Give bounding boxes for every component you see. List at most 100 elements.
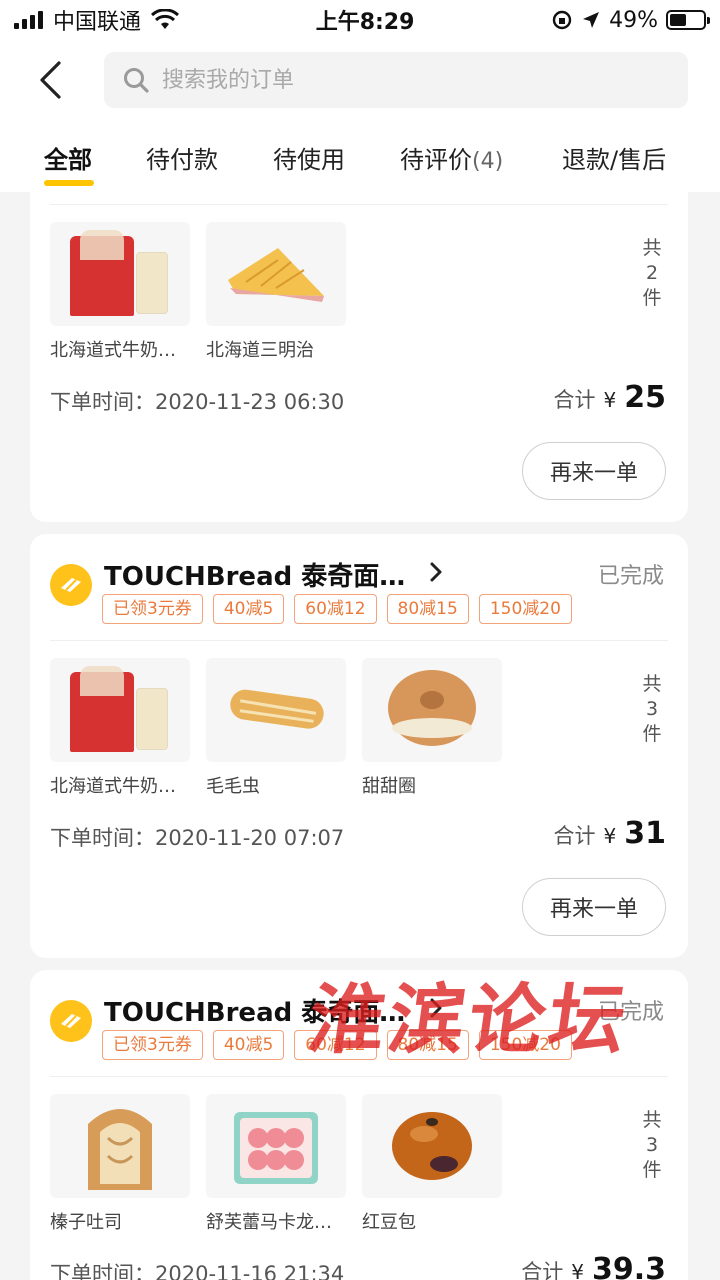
wifi-icon: [151, 9, 180, 29]
order-time: 下单时间：2020-11-23 06:30: [50, 386, 344, 416]
coupon-tag: 已领3元券: [102, 1030, 203, 1060]
item-count: 共 2 件: [640, 236, 664, 311]
tab-badge-count: (4): [472, 149, 504, 174]
product-name: 北海道三明治: [206, 340, 314, 361]
tab-label: 待付款: [146, 146, 218, 174]
divider: [50, 640, 668, 641]
item-count-unit: 件: [642, 287, 662, 309]
order-time-label: 下单时间：: [50, 1262, 155, 1280]
product-image: [362, 1094, 502, 1198]
reorder-button[interactable]: 再来一单: [522, 442, 666, 500]
item-count-value: 3: [645, 698, 659, 720]
back-button[interactable]: [30, 58, 70, 102]
order-item[interactable]: 舒芙蕾马卡龙…: [206, 1094, 346, 1234]
product-name: 北海道式牛奶…: [50, 776, 176, 797]
tab-label: 待评价: [400, 146, 472, 174]
product-name: 毛毛虫: [206, 776, 260, 797]
order-item[interactable]: 毛毛虫: [206, 658, 346, 798]
reorder-button[interactable]: 再来一单: [522, 878, 666, 936]
order-item[interactable]: 榛子吐司: [50, 1094, 190, 1234]
coupon-tag: 80减15: [386, 594, 469, 624]
order-card[interactable]: 北海道式牛奶… 北海道三明治 共 2 件 下单时间：2020-11-23 06:…: [30, 192, 688, 522]
coupon-tag: 40减5: [212, 594, 285, 624]
item-count: 共 3 件: [640, 672, 664, 747]
order-time: 下单时间：2020-11-20 07:07: [50, 822, 344, 852]
product-image: [206, 1094, 346, 1198]
cellular-signal-icon: [14, 11, 43, 29]
product-image: [50, 658, 190, 762]
store-name[interactable]: TOUCHBread 泰奇面…: [104, 556, 405, 593]
order-tabs: 全部 待付款 待使用 待评价(4) 退款/售后: [0, 138, 720, 192]
status-bar: 中国联通 上午8:29 49%: [0, 0, 720, 40]
tab-pending-use[interactable]: 待使用: [273, 140, 345, 175]
tab-pending-review[interactable]: 待评价(4): [400, 140, 503, 175]
total-amount: 39.3: [591, 1252, 666, 1280]
order-total: 合计 ¥ 25: [554, 380, 666, 415]
chevron-right-icon[interactable]: [426, 560, 446, 584]
chevron-left-icon: [40, 61, 61, 99]
coupon-tag: 40减5: [212, 1030, 285, 1060]
order-items: 榛子吐司 舒芙蕾马卡龙… 红豆包: [50, 1094, 502, 1234]
order-total: 合计 ¥ 39.3: [521, 1252, 666, 1280]
total-amount: 31: [624, 816, 666, 851]
order-status: 已完成: [597, 564, 664, 589]
item-count: 共 3 件: [640, 1108, 664, 1183]
location-arrow-icon: [583, 12, 600, 28]
item-count-unit: 件: [642, 723, 662, 745]
product-name: 北海道式牛奶…: [50, 340, 176, 361]
order-item[interactable]: 甜甜圈: [362, 658, 502, 798]
order-total: 合计 ¥ 31: [554, 816, 666, 851]
order-time: 下单时间：2020-11-16 21:34: [50, 1258, 344, 1280]
order-items: 北海道式牛奶… 毛毛虫 甜甜圈: [50, 658, 502, 798]
store-logo-icon: [50, 1000, 92, 1042]
battery-icon: [666, 10, 710, 30]
item-count-value: 2: [645, 262, 659, 284]
search-input[interactable]: [162, 67, 642, 93]
coupon-tag: 60减12: [294, 594, 377, 624]
order-item[interactable]: 北海道三明治: [206, 222, 346, 362]
tab-label: 待使用: [273, 146, 345, 174]
currency-symbol: ¥: [571, 1260, 584, 1280]
currency-symbol: ¥: [603, 824, 617, 848]
item-count-unit: 件: [642, 1159, 662, 1181]
order-card[interactable]: TOUCHBread 泰奇面… 已完成 已领3元券 40减5 60减12 80减…: [30, 534, 688, 958]
tab-all[interactable]: 全部: [44, 140, 92, 175]
product-name: 红豆包: [362, 1212, 416, 1233]
total-label: 合计: [521, 1260, 564, 1280]
item-count-prefix: 共: [642, 1109, 662, 1131]
order-item[interactable]: 北海道式牛奶…: [50, 658, 190, 798]
tab-pending-payment[interactable]: 待付款: [146, 140, 218, 175]
order-time-label: 下单时间：: [50, 390, 155, 414]
total-label: 合计: [553, 824, 596, 848]
rotation-lock-icon: [552, 10, 572, 30]
product-image: [362, 658, 502, 762]
tab-label: 全部: [44, 146, 92, 174]
product-name: 甜甜圈: [362, 776, 416, 797]
forum-watermark: 淮滨论坛: [302, 975, 636, 1064]
battery-percent: 49%: [609, 7, 658, 33]
order-time-label: 下单时间：: [50, 826, 155, 850]
product-image: [50, 1094, 190, 1198]
currency-symbol: ¥: [603, 388, 617, 412]
order-item[interactable]: 北海道式牛奶…: [50, 222, 190, 362]
clock: 上午8:29: [315, 10, 415, 35]
product-image: [206, 658, 346, 762]
search-icon: [124, 68, 149, 93]
item-count-prefix: 共: [642, 237, 662, 259]
active-tab-indicator: [44, 180, 94, 186]
total-amount: 25: [624, 380, 666, 415]
search-bar[interactable]: [104, 52, 688, 108]
product-image: [50, 222, 190, 326]
tab-label: 退款/售后: [562, 146, 667, 174]
product-image: [206, 222, 346, 326]
header: 全部 待付款 待使用 待评价(4) 退款/售后: [0, 40, 720, 192]
tab-refund[interactable]: 退款/售后: [562, 140, 666, 175]
carrier-label: 中国联通: [53, 10, 142, 35]
order-item[interactable]: 红豆包: [362, 1094, 502, 1234]
divider: [50, 204, 668, 205]
coupon-list: 已领3元券 40减5 60减12 80减15 150减20: [102, 594, 572, 624]
order-time-value: 2020-11-23 06:30: [155, 390, 345, 414]
total-label: 合计: [553, 388, 596, 412]
product-name: 舒芙蕾马卡龙…: [206, 1212, 332, 1233]
coupon-tag: 已领3元券: [102, 594, 203, 624]
